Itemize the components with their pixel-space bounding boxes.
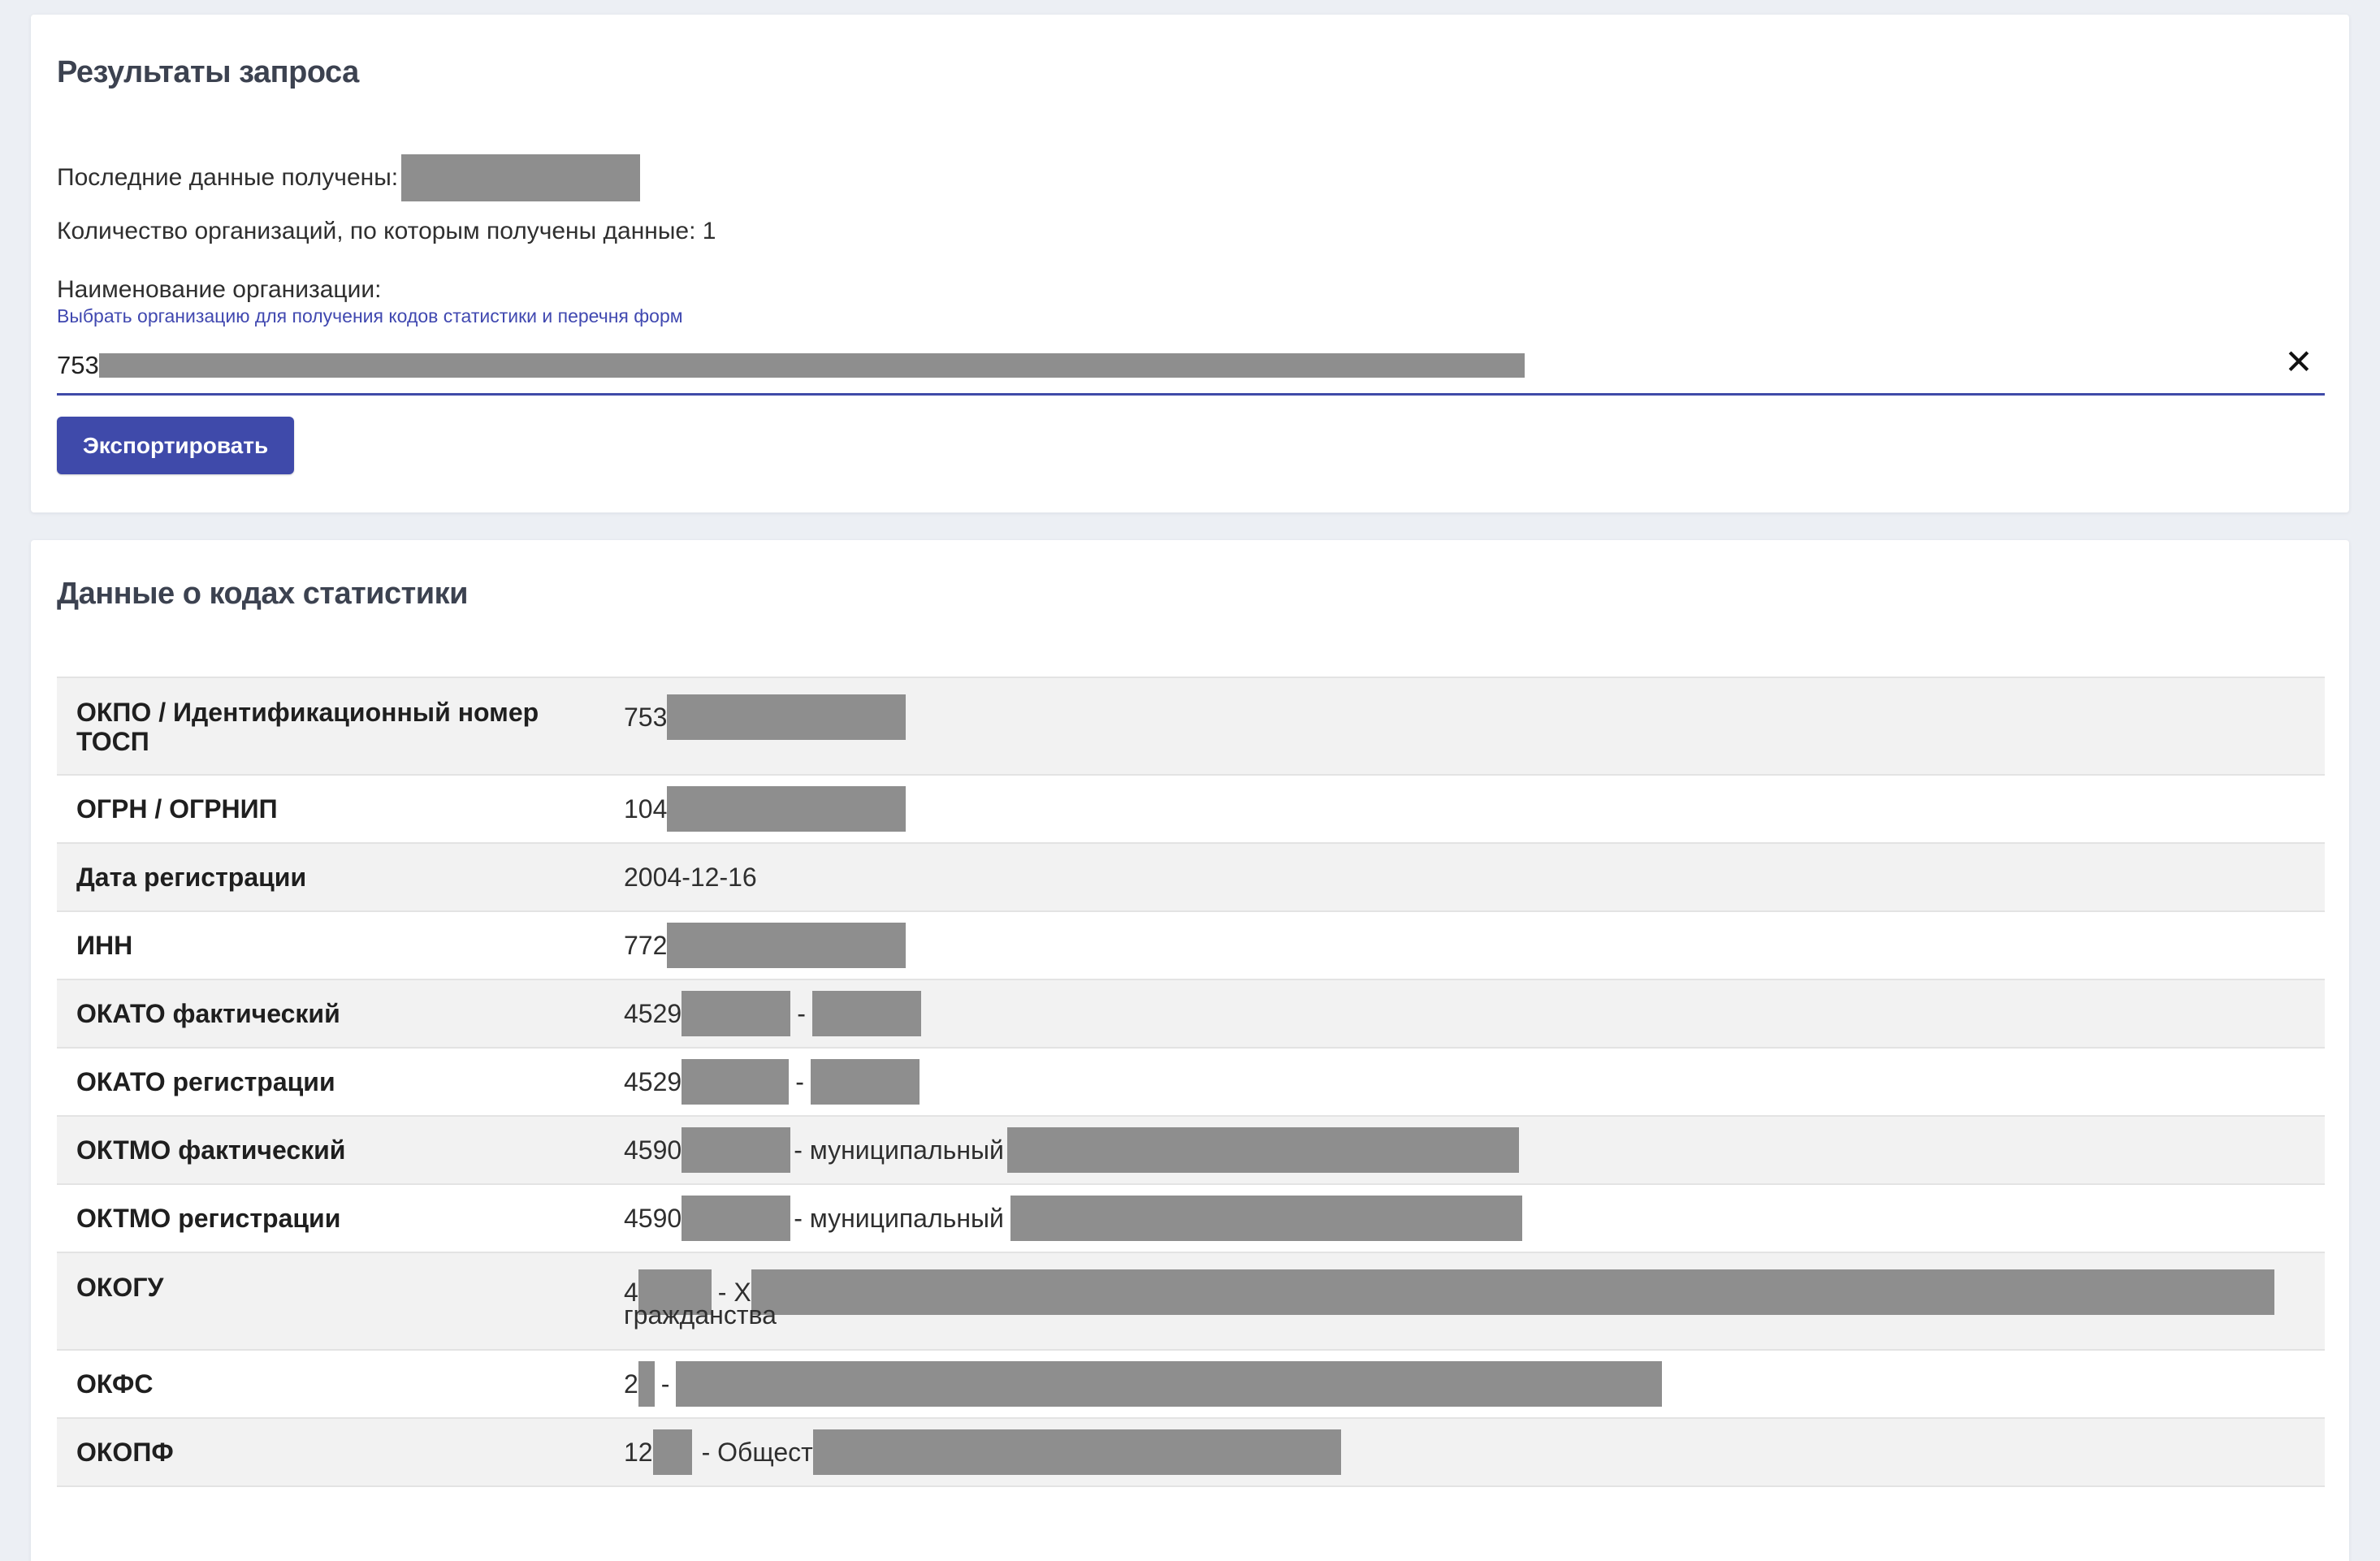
table-row: ОКОГУ 4 - Х гражданства: [57, 1252, 2325, 1350]
row-key: ОГРН / ОГРНИП: [76, 794, 278, 824]
value-prefix: 4529: [624, 999, 682, 1028]
value-middle: - Общест: [701, 1438, 813, 1467]
value-separator: -: [660, 1369, 670, 1399]
redacted-value: [1006, 1127, 1519, 1173]
value-middle: - муниципальный: [794, 1135, 1004, 1165]
row-key: ОКПО / Идентификационный номер ТОСП: [76, 698, 539, 756]
row-key: ОКАТО регистрации: [76, 1067, 335, 1096]
row-key: ОКОГУ: [76, 1273, 164, 1302]
row-value: 4590 - муниципальный: [604, 1184, 2325, 1252]
value-prefix: 753: [624, 703, 668, 732]
page: Результаты запроса Последние данные полу…: [0, 0, 2380, 1561]
redacted-value: [667, 786, 907, 832]
value-prefix: 4590: [624, 1135, 682, 1165]
row-key: ОКОПФ: [76, 1438, 174, 1467]
table-row: ОКТМО регистрации 4590 - муниципальный: [57, 1184, 2325, 1252]
value-prefix: 772: [624, 931, 668, 960]
redacted-org-name: [98, 353, 1525, 378]
last-data-label: Последние данные получены:: [57, 164, 399, 191]
value-prefix: 12: [624, 1438, 653, 1467]
org-field-hint: Выбрать организацию для получения кодов …: [57, 305, 683, 326]
org-field-label: Наименование организации:: [57, 276, 382, 303]
codes-card: Данные о кодах статистики ОКПО / Идентиф…: [31, 540, 2349, 1561]
redacted-value: [682, 991, 791, 1036]
table-row: ОКОПФ 12 - Общест: [57, 1418, 2325, 1486]
org-select-value-text: 753: [57, 351, 99, 379]
table-row: ОКТМО фактический 4590 - муниципальный: [57, 1116, 2325, 1184]
row-key: ОКФС: [76, 1369, 154, 1399]
org-count-text: Количество организаций, по которым получ…: [57, 218, 716, 244]
row-value: 104: [604, 775, 2325, 843]
redacted-value: [676, 1361, 1663, 1407]
redacted-value: [1010, 1196, 1522, 1241]
codes-title: Данные о кодах статистики: [57, 577, 469, 611]
row-key: Дата регистрации: [76, 863, 307, 892]
table-row: ОКПО / Идентификационный номер ТОСП 753: [57, 677, 2325, 775]
row-value: 12 - Общест: [604, 1418, 2325, 1486]
redacted-value: [667, 923, 907, 968]
org-select-value: 753: [57, 351, 1525, 380]
row-value: 4529 -: [604, 979, 2325, 1048]
row-value: 2004-12-16: [624, 863, 757, 892]
codes-table: ОКПО / Идентификационный номер ТОСП 753 …: [57, 677, 2325, 1487]
row-value: 4590 - муниципальный: [604, 1116, 2325, 1184]
redacted-date: [401, 154, 641, 201]
value-prefix: 4590: [624, 1204, 682, 1233]
value-middle: - муниципальный: [794, 1204, 1004, 1233]
value-separator: -: [795, 1067, 804, 1096]
redacted-value: [812, 1429, 1341, 1475]
results-card: Результаты запроса Последние данные полу…: [31, 15, 2349, 512]
redacted-value: [667, 694, 907, 740]
export-button[interactable]: Экспортировать: [57, 417, 294, 474]
redacted-value: [811, 991, 921, 1036]
row-value: 753: [604, 677, 2325, 775]
row-key: ОКАТО фактический: [76, 999, 340, 1028]
table-row: ОКФС 2 -: [57, 1350, 2325, 1418]
row-key: ОКТМО регистрации: [76, 1204, 341, 1233]
row-value: 4 - Х гражданства: [604, 1252, 2325, 1350]
org-select[interactable]: 753 ✕: [57, 338, 2325, 396]
redacted-value: [638, 1361, 655, 1407]
redacted-value: [751, 1269, 2274, 1315]
row-key: ОКТМО фактический: [76, 1135, 346, 1165]
redacted-value: [652, 1429, 692, 1475]
redacted-value: [682, 1059, 790, 1105]
row-key: ИНН: [76, 931, 133, 960]
last-data-line: Последние данные получены:: [57, 154, 641, 201]
redacted-value: [682, 1196, 791, 1241]
value-prefix: 4529: [624, 1067, 682, 1096]
value-prefix: 2: [624, 1369, 638, 1399]
value-separator: -: [797, 999, 806, 1028]
row-value: 4529 -: [604, 1048, 2325, 1116]
row-value: 2 -: [604, 1350, 2325, 1418]
table-row: ОГРН / ОГРНИП 104: [57, 775, 2325, 843]
results-title: Результаты запроса: [57, 55, 359, 89]
row-value: 772: [604, 911, 2325, 979]
table-row: Дата регистрации 2004-12-16: [57, 843, 2325, 911]
table-row: ОКАТО регистрации 4529 -: [57, 1048, 2325, 1116]
table-row: ИНН 772: [57, 911, 2325, 979]
redacted-value: [810, 1059, 920, 1105]
value-prefix: 104: [624, 794, 668, 824]
close-icon[interactable]: ✕: [2284, 345, 2313, 379]
table-row: ОКАТО фактический 4529 -: [57, 979, 2325, 1048]
redacted-value: [682, 1127, 791, 1173]
